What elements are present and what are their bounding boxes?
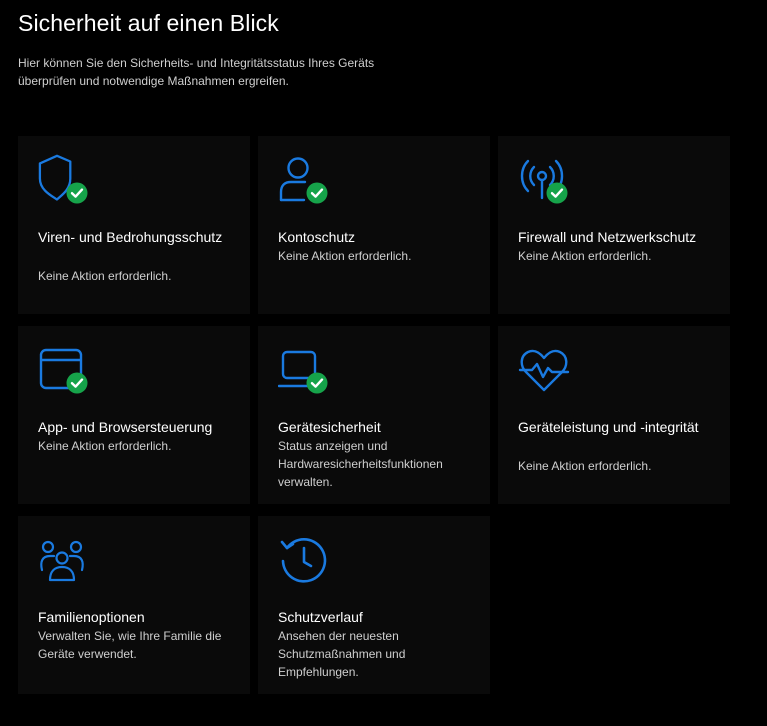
tile-family-options[interactable]: Familienoptionen Verwalten Sie, wie Ihre…	[18, 516, 250, 694]
page-description: Hier können Sie den Sicherheits- und Int…	[18, 56, 375, 88]
heart-pulse-icon	[518, 344, 574, 396]
laptop-icon	[278, 344, 334, 396]
tile-title: Gerätesicherheit	[278, 419, 381, 435]
tile-status: Keine Aktion erforderlich.	[278, 249, 412, 263]
tile-account-protection[interactable]: Kontoschutz Keine Aktion erforderlich.	[258, 136, 490, 314]
browser-icon	[38, 344, 94, 396]
tile-virus-threat-protection[interactable]: Viren- und Bedrohungsschutz Keine Aktion…	[18, 136, 250, 314]
check-icon	[306, 182, 328, 204]
family-icon	[38, 534, 94, 586]
tile-title: Familienoptionen	[38, 609, 145, 625]
tile-title: App- und Browsersteuerung	[38, 419, 213, 435]
security-at-a-glance-page: Sicherheit auf einen Blick Hier können S…	[0, 0, 767, 726]
check-icon	[306, 372, 328, 394]
check-icon	[66, 372, 88, 394]
tile-app-browser-control[interactable]: App- und Browsersteuerung Keine Aktion e…	[18, 326, 250, 504]
network-icon	[518, 154, 574, 206]
tile-title: Firewall und Netzwerkschutz	[518, 229, 697, 245]
tile-status: Ansehen der neuesten Schutzmaßnahmen und…	[278, 629, 406, 679]
tile-protection-history[interactable]: Schutzverlauf Ansehen der neuesten Schut…	[258, 516, 490, 694]
tile-device-security[interactable]: Gerätesicherheit Status anzeigen und Har…	[258, 326, 490, 504]
tile-title: Kontoschutz	[278, 229, 356, 245]
tile-status: Keine Aktion erforderlich.	[518, 249, 652, 263]
tile-title: Viren- und Bedrohungsschutz	[38, 229, 223, 245]
tile-firewall-network[interactable]: Firewall und Netzwerkschutz Keine Aktion…	[498, 136, 730, 314]
tile-status: Verwalten Sie, wie Ihre Familie die Gerä…	[38, 629, 222, 661]
shield-icon	[38, 154, 94, 206]
check-icon	[546, 182, 568, 204]
tile-title: Geräteleistung und -integrität	[518, 419, 699, 435]
page-title: Sicherheit auf einen Blick	[18, 10, 279, 36]
account-icon	[278, 154, 334, 206]
tile-status: Keine Aktion erforderlich.	[518, 459, 652, 473]
history-icon	[278, 534, 334, 586]
tile-status: Keine Aktion erforderlich.	[38, 439, 172, 453]
tile-title: Schutzverlauf	[278, 609, 363, 625]
tile-status: Keine Aktion erforderlich.	[38, 269, 172, 283]
tile-status: Status anzeigen und Hardwaresicherheitsf…	[278, 439, 443, 489]
check-icon	[66, 182, 88, 204]
tile-device-performance-health[interactable]: Geräteleistung und -integrität Keine Akt…	[498, 326, 730, 504]
